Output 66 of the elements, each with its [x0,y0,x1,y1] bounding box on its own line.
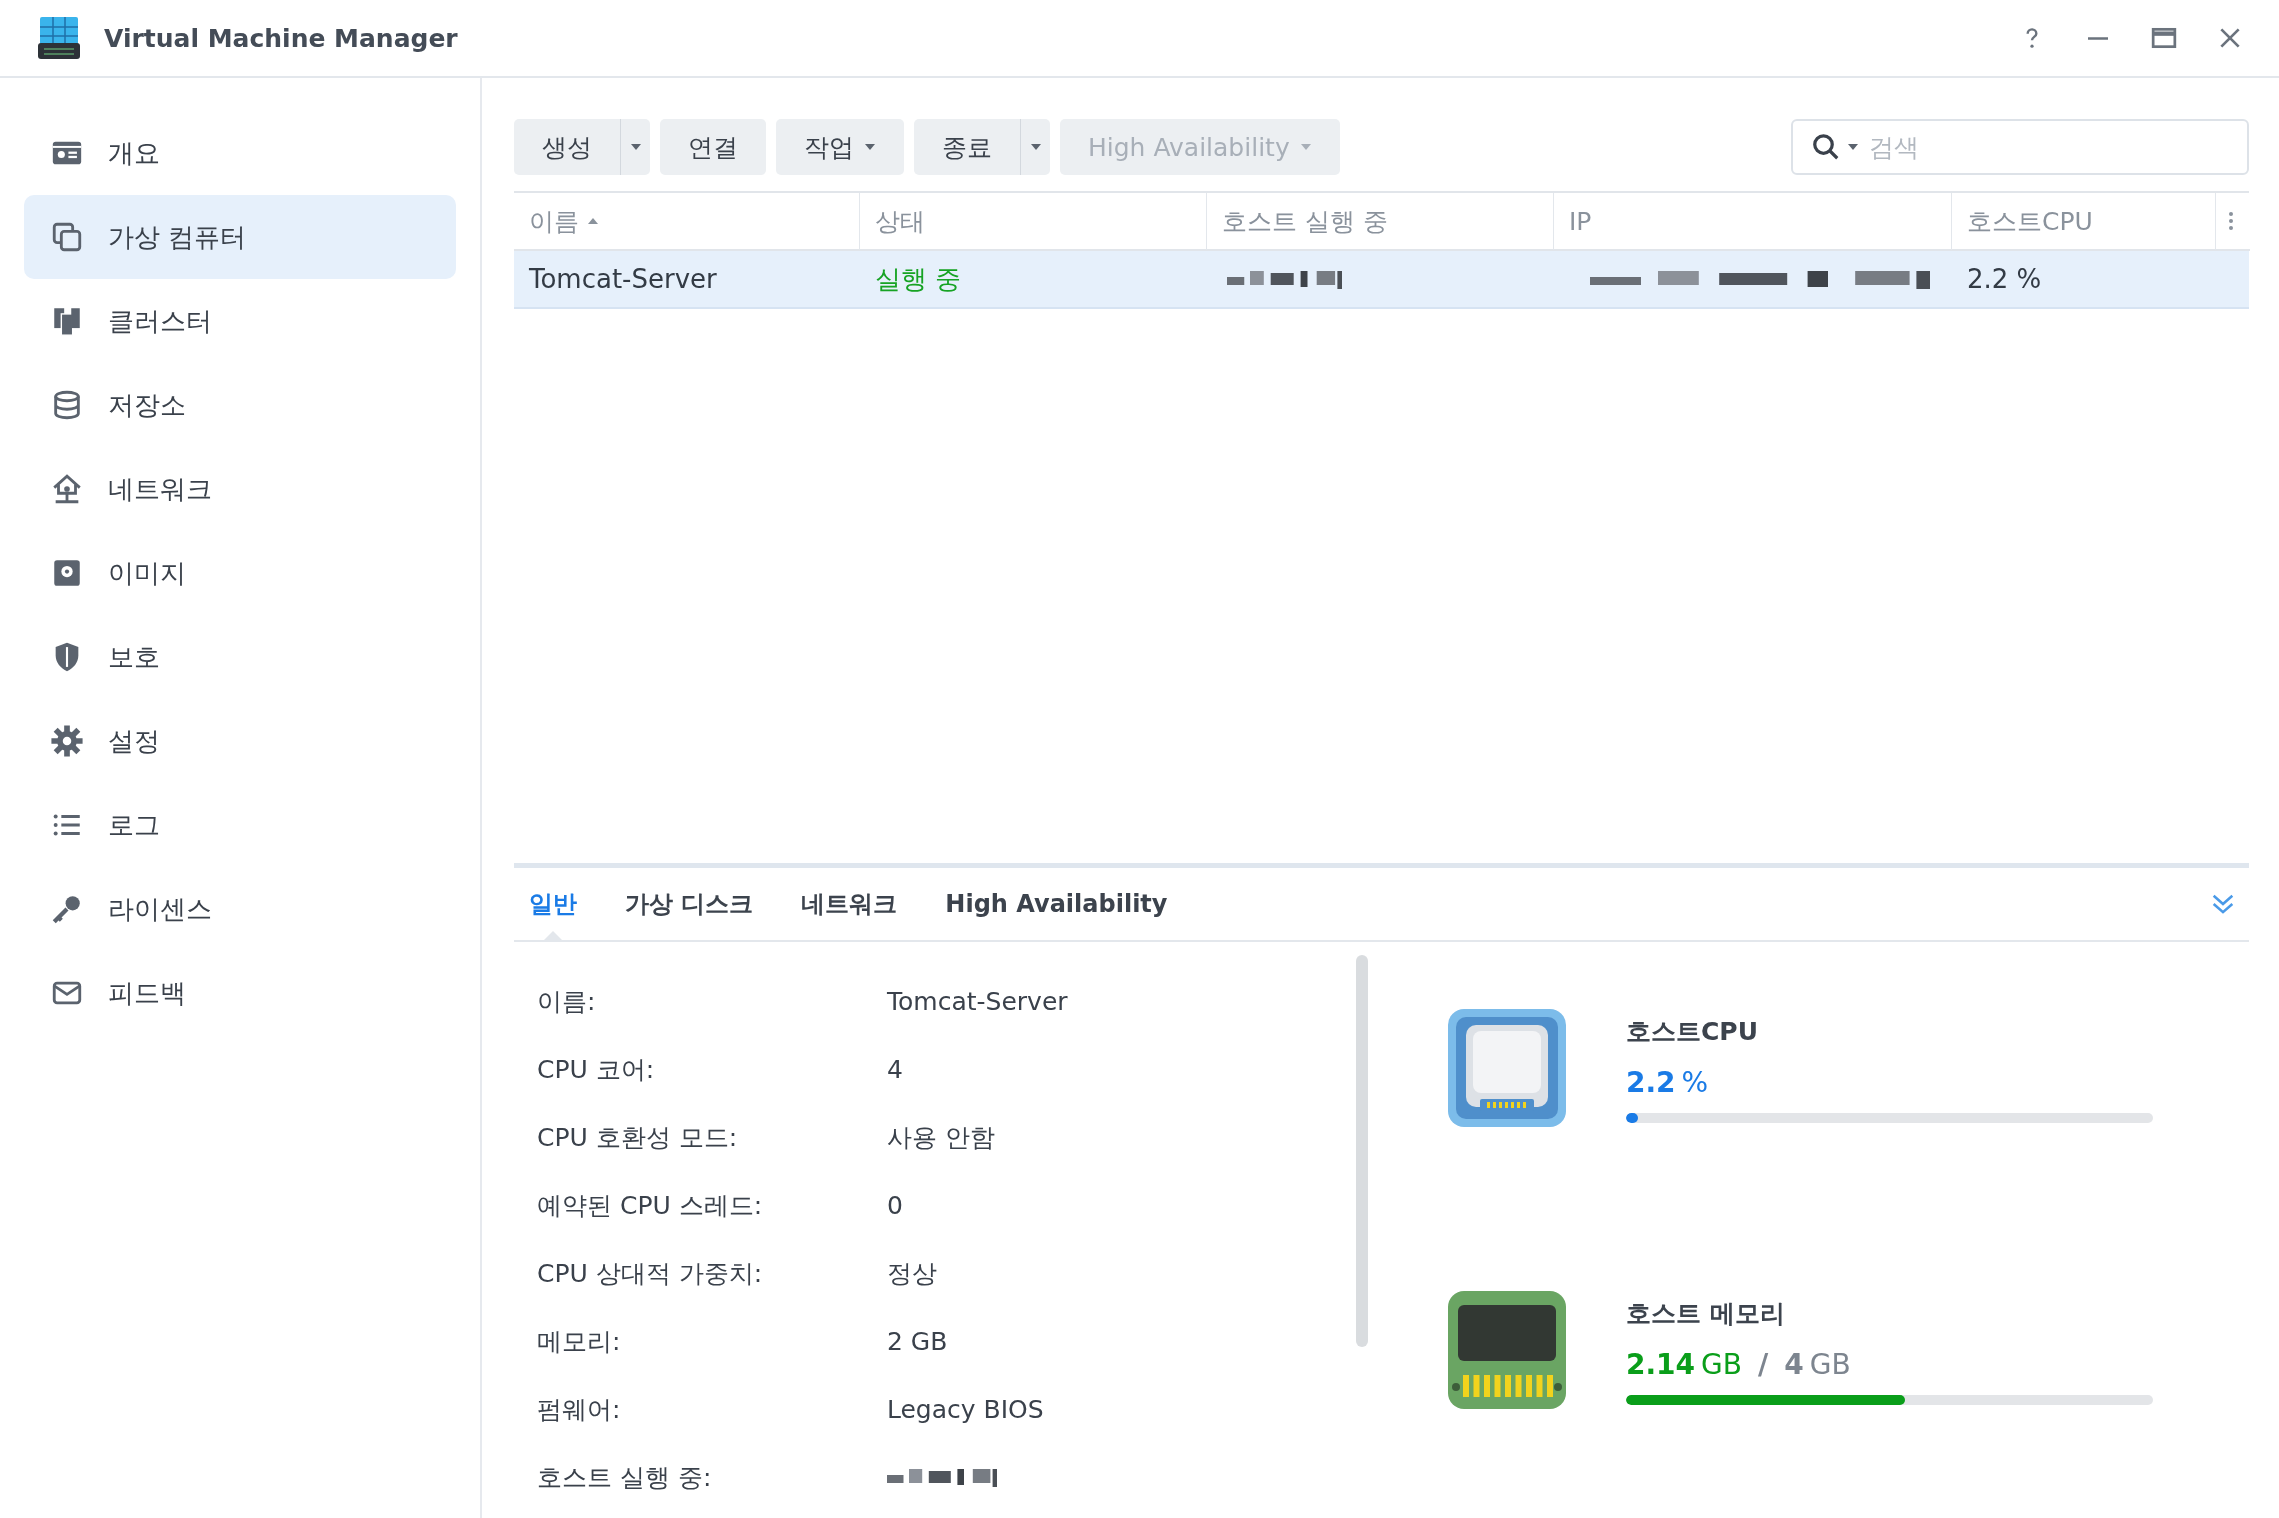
meter-title: 호스트 메모리 [1626,1298,1786,1330]
separator: / [1758,1348,1769,1381]
field-label: 예약된 CPU 스레드: [537,1189,764,1222]
sidebar-item[interactable]: 보호 [24,615,456,699]
meter-total: 4 [1784,1348,1804,1381]
field-value: 정상 [887,1257,937,1290]
meter-unit: GB [1809,1348,1851,1381]
more-options-icon [2228,211,2234,231]
tab[interactable]: 네트워크 [801,868,898,940]
sidebar-item[interactable]: 클러스터 [24,279,456,363]
sidebar-item[interactable]: 로그 [24,783,456,867]
sidebar-item[interactable]: 저장소 [24,363,456,447]
sidebar-item[interactable]: 피드백 [24,951,456,1035]
status-text: 실행 중 [875,262,962,296]
sidebar-item[interactable]: 설정 [24,699,456,783]
table-row[interactable]: Tomcat-Server 실행 중 2.2 % [514,251,2249,309]
field-value: 2 GB [887,1326,948,1356]
meter-value: 2.2 [1626,1066,1676,1099]
dropdown-button[interactable] [620,119,650,175]
toolbar-button[interactable]: 연결 [660,119,766,175]
field-value: Tomcat-Server [887,986,1068,1016]
toolbar-button[interactable]: 작업 [776,119,904,175]
caret-icon [629,143,642,151]
sidebar-item[interactable]: 이미지 [24,531,456,615]
field-label: 이름: [537,985,597,1018]
caret-icon [1847,143,1859,151]
cpu-chip-icon [1446,1007,1568,1129]
field-value: 0 [887,1190,903,1220]
memory-chip-icon [1446,1289,1568,1411]
field-label: CPU 상대적 가중치: [537,1257,764,1290]
meter-value: 2.14 [1626,1348,1696,1381]
window-title: Virtual Machine Manager [104,23,459,53]
field-label: CPU 호환성 모드: [537,1121,739,1154]
caret-icon [864,143,876,151]
field-value: 4 [887,1054,903,1084]
meter-title: 호스트CPU [1626,1016,1759,1048]
toolbar-button[interactable]: 종료 [914,119,1020,175]
tab[interactable]: 가상 디스크 [625,868,754,940]
field-value: Legacy BIOS [887,1394,1044,1424]
field-label: CPU 코어: [537,1053,656,1086]
caret-icon [1299,143,1312,151]
tab[interactable]: High Availability [945,868,1168,940]
search-icon [1811,132,1841,162]
meter-unit: % [1681,1066,1709,1099]
caret-icon [1029,143,1042,151]
table-cell: Tomcat-Server [529,264,717,294]
app-logo-icon [36,15,82,61]
field-label: 호스트 실행 중: [537,1461,713,1494]
settings-icon [50,724,84,758]
scrollbar[interactable] [1356,955,1368,1347]
tab[interactable]: 일반 [529,868,577,940]
dropdown-button[interactable] [1020,119,1050,175]
sidebar-item[interactable]: 개요 [24,111,456,195]
field-label: 메모리: [537,1325,622,1358]
toolbar-button[interactable]: 생성 [514,119,620,175]
sidebar-item[interactable]: 가상 컴퓨터 [24,195,456,279]
sidebar-item[interactable]: 라이센스 [24,867,456,951]
table-cell: 2.2 % [1967,264,2042,294]
field-label: 펌웨어: [537,1393,622,1426]
meter-unit: GB [1701,1348,1742,1381]
copy-windows-icon [50,220,84,254]
sidebar-item[interactable]: 네트워크 [24,447,456,531]
minimize-icon [2085,36,2111,40]
house-network-icon [50,472,84,506]
search-field[interactable]: 검색 [1791,119,2249,175]
field-value: 사용 안함 [887,1121,995,1154]
